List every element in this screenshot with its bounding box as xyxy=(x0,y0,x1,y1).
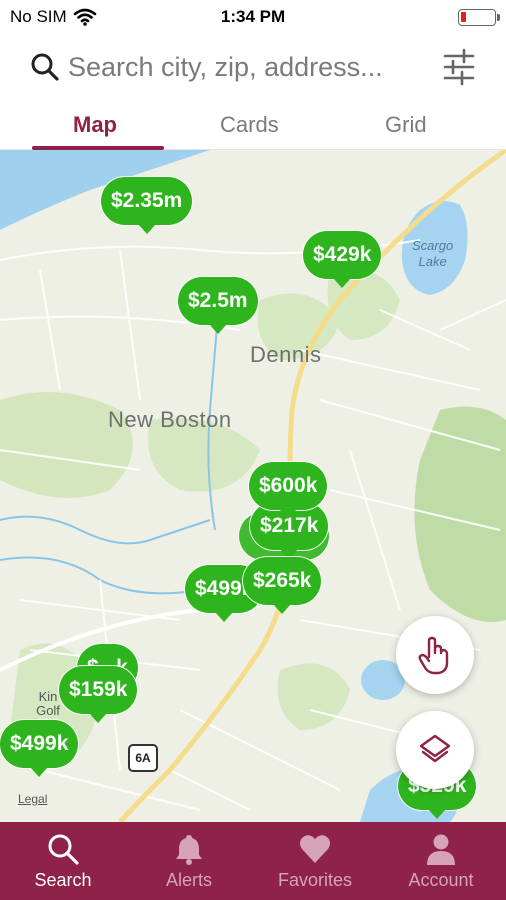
nav-label-search: Search xyxy=(34,870,92,890)
battery-icon xyxy=(458,9,500,26)
draw-area-button[interactable] xyxy=(396,616,474,694)
person-icon xyxy=(427,834,455,865)
lake-label-line2: Lake xyxy=(418,254,447,269)
nav-label-account: Account xyxy=(408,870,474,890)
search-input[interactable]: Search city, zip, address... xyxy=(68,52,383,83)
price-pin[interactable]: $2.35m xyxy=(101,177,193,234)
lake-label: Scargo Lake xyxy=(412,238,453,270)
nav-label-alerts: Alerts xyxy=(165,870,212,890)
lake-label-line1: Scargo xyxy=(412,238,454,253)
view-tabs: Map Cards Grid xyxy=(0,100,506,150)
map-view[interactable]: Dennis New Boston Scargo Lake Kin Golf 6… xyxy=(0,150,506,822)
tab-map[interactable]: Map xyxy=(73,112,117,138)
nav-item-account[interactable]: Account xyxy=(378,822,504,900)
status-time: 1:34 PM xyxy=(220,7,286,26)
price-pin[interactable]: $499k xyxy=(0,720,79,777)
nav-item-alerts[interactable]: Alerts xyxy=(126,822,252,900)
price-pin[interactable]: $159k xyxy=(59,666,138,723)
status-bar: No SIM 1:34 PM xyxy=(0,0,506,36)
bottom-nav: Search Alerts Favorites Account xyxy=(0,822,506,900)
nav-item-search[interactable]: Search xyxy=(0,822,126,900)
layers-icon xyxy=(419,734,451,763)
price-pin[interactable]: $600k xyxy=(249,462,328,519)
nav-item-favorites[interactable]: Favorites xyxy=(252,822,378,900)
place-label-dennis: Dennis xyxy=(250,342,322,367)
heart-icon xyxy=(300,835,330,863)
tab-grid[interactable]: Grid xyxy=(385,112,427,138)
route-shield: 6A xyxy=(128,744,158,772)
price-pin[interactable]: $2.5m xyxy=(178,277,258,334)
price-pin[interactable]: $265k xyxy=(243,557,322,614)
bell-icon xyxy=(176,835,202,865)
filter-sliders-icon[interactable] xyxy=(442,48,476,86)
nav-label-favorites: Favorites xyxy=(277,870,353,890)
tab-cards[interactable]: Cards xyxy=(220,112,279,138)
legal-link[interactable]: Legal xyxy=(18,792,47,806)
hand-pointer-icon xyxy=(418,636,449,675)
map-layers-button[interactable] xyxy=(396,711,474,789)
price-pin[interactable]: $429k xyxy=(303,231,382,288)
search-icon xyxy=(48,834,79,865)
search-icon xyxy=(31,53,59,81)
search-bar[interactable]: Search city, zip, address... xyxy=(0,40,506,96)
place-label-new-boston: New Boston xyxy=(108,407,232,432)
